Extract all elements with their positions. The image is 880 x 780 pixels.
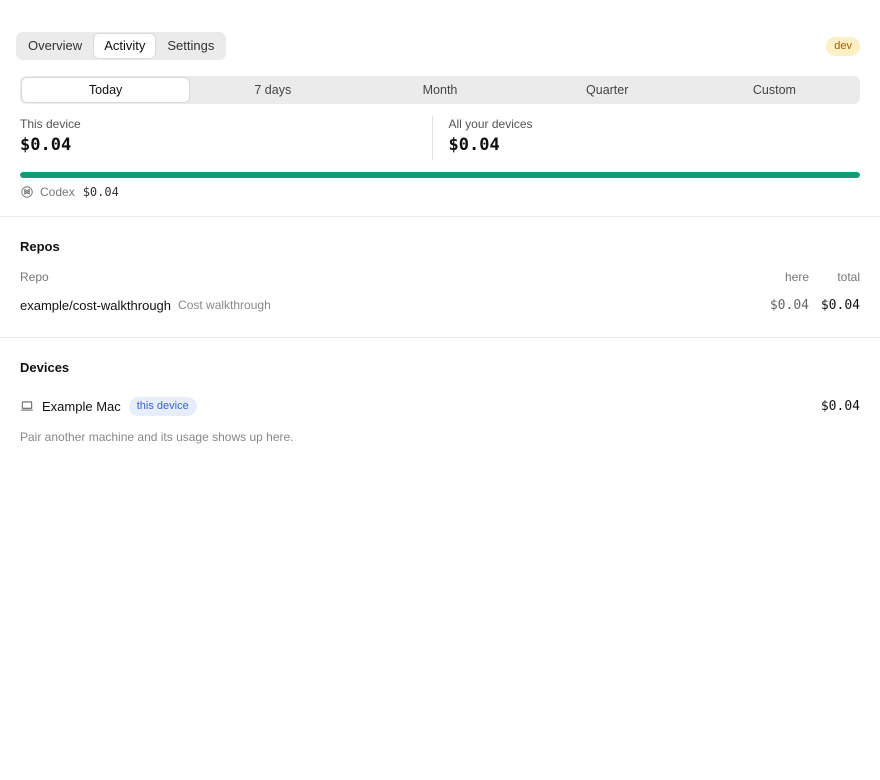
openai-icon: [21, 186, 33, 198]
repo-here-cost: $0.04: [769, 297, 809, 313]
total-column-header: total: [837, 270, 860, 284]
tab-activity[interactable]: Activity: [94, 34, 156, 58]
source-name: Codex: [40, 185, 75, 199]
device-cost: $0.04: [820, 398, 860, 414]
all-devices-value: $0.04: [448, 135, 500, 155]
repos-title: Repos: [20, 239, 60, 254]
all-devices-label: All your devices: [448, 117, 533, 131]
tab-settings[interactable]: Settings: [157, 34, 224, 58]
repo-total-cost: $0.04: [820, 297, 860, 313]
env-badge: dev: [826, 37, 860, 56]
main-tabs: Overview Activity Settings: [16, 32, 227, 60]
source-breakdown: Codex $0.04: [20, 184, 119, 200]
cost-summary: This device $0.04 All your devices $0.04: [20, 116, 860, 160]
list-item[interactable]: Example Mac this device $0.04: [20, 395, 860, 417]
source-cost: $0.04: [82, 185, 119, 199]
range-custom[interactable]: Custom: [691, 78, 858, 102]
usage-progress-bar: [20, 172, 860, 178]
device-name: Example Mac: [42, 398, 121, 414]
this-device-label: This device: [20, 117, 81, 131]
this-device-value: $0.04: [20, 135, 72, 155]
range-7-days[interactable]: 7 days: [189, 78, 356, 102]
this-device-stat: This device $0.04: [20, 116, 433, 160]
laptop-icon: [21, 401, 33, 411]
tab-overview[interactable]: Overview: [18, 34, 92, 58]
range-quarter[interactable]: Quarter: [524, 78, 691, 102]
repo-column-header: Repo: [20, 270, 49, 284]
repo-description: Cost walkthrough: [178, 298, 271, 312]
usage-progress-fill: [20, 172, 860, 178]
all-devices-stat: All your devices $0.04: [433, 116, 861, 160]
range-today[interactable]: Today: [22, 78, 190, 102]
here-column-header: here: [784, 270, 809, 284]
range-selector: Today 7 days Month Quarter Custom: [20, 76, 860, 104]
section-divider: [0, 216, 880, 217]
table-row[interactable]: example/cost-walkthrough Cost walkthroug…: [20, 296, 860, 314]
repo-name[interactable]: example/cost-walkthrough: [20, 298, 171, 313]
section-divider: [0, 337, 880, 338]
pair-device-hint: Pair another machine and its usage shows…: [20, 430, 294, 444]
range-month[interactable]: Month: [356, 78, 523, 102]
this-device-badge: this device: [128, 396, 197, 416]
devices-title: Devices: [20, 360, 70, 375]
